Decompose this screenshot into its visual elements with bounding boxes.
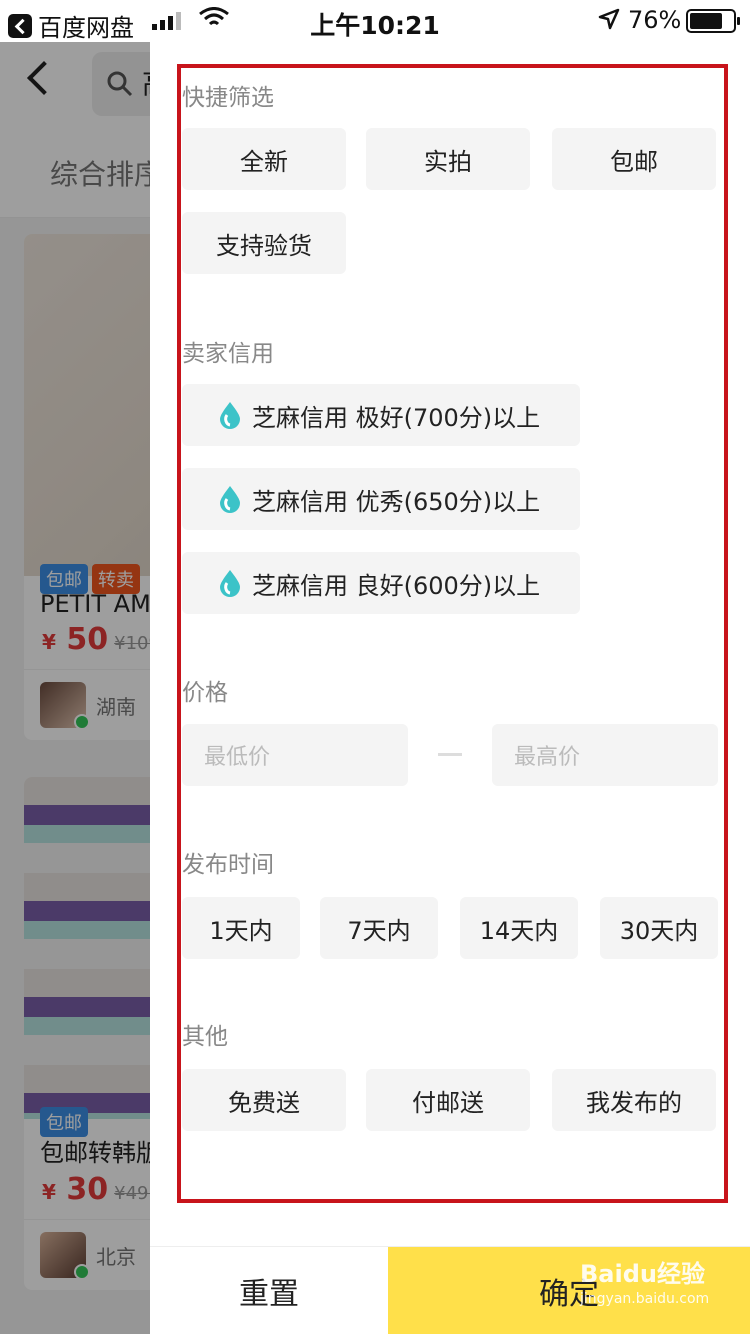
status-bar: 百度网盘 上午10:21 76% bbox=[0, 0, 750, 42]
credit-label: 芝麻信用 优秀(650分)以上 bbox=[252, 487, 541, 516]
credit-label: 芝麻信用 极好(700分)以上 bbox=[252, 403, 541, 432]
chip-real-photo[interactable]: 实拍 bbox=[366, 128, 530, 190]
chip-inspection[interactable]: 支持验货 bbox=[182, 212, 346, 274]
watermark-sub: jingyan.baidu.com bbox=[580, 1291, 710, 1307]
chip-credit-good[interactable]: 芝麻信用 良好(600分)以上 bbox=[182, 552, 580, 614]
chip-credit-excellent[interactable]: 芝麻信用 极好(700分)以上 bbox=[182, 384, 580, 446]
section-title-price: 价格 bbox=[182, 680, 228, 706]
chip-time-14d[interactable]: 14天内 bbox=[460, 897, 578, 959]
credit-label: 芝麻信用 良好(600分)以上 bbox=[252, 571, 541, 600]
section-title-time: 发布时间 bbox=[182, 852, 274, 878]
battery-icon bbox=[686, 9, 740, 33]
reset-button[interactable]: 重置 bbox=[150, 1247, 388, 1334]
sesame-credit-icon bbox=[220, 570, 240, 597]
chip-free-gift[interactable]: 免费送 bbox=[182, 1069, 346, 1131]
sesame-credit-icon bbox=[220, 402, 240, 429]
chip-time-1d[interactable]: 1天内 bbox=[182, 897, 300, 959]
filter-drawer bbox=[150, 0, 750, 1334]
chip-free-shipping[interactable]: 包邮 bbox=[552, 128, 716, 190]
dim-overlay[interactable] bbox=[0, 42, 150, 1334]
chip-credit-outstanding[interactable]: 芝麻信用 优秀(650分)以上 bbox=[182, 468, 580, 530]
location-icon bbox=[598, 8, 620, 30]
section-title-quick: 快捷筛选 bbox=[182, 85, 274, 111]
sesame-credit-icon bbox=[220, 486, 240, 513]
min-price-input[interactable]: 最低价 bbox=[182, 724, 408, 786]
battery-percent: 76% bbox=[628, 6, 682, 34]
section-title-other: 其他 bbox=[182, 1024, 228, 1050]
section-title-credit: 卖家信用 bbox=[182, 341, 274, 367]
battery-level bbox=[690, 13, 722, 29]
chip-my-posts[interactable]: 我发布的 bbox=[552, 1069, 716, 1131]
price-range-separator bbox=[438, 753, 462, 756]
chip-time-7d[interactable]: 7天内 bbox=[320, 897, 438, 959]
chip-pay-shipping[interactable]: 付邮送 bbox=[366, 1069, 530, 1131]
chip-brand-new[interactable]: 全新 bbox=[182, 128, 346, 190]
watermark: Baidu经验 jingyan.baidu.com bbox=[580, 1254, 710, 1320]
watermark-text: Baidu经验 bbox=[580, 1260, 705, 1288]
max-price-input[interactable]: 最高价 bbox=[492, 724, 718, 786]
chip-time-30d[interactable]: 30天内 bbox=[600, 897, 718, 959]
